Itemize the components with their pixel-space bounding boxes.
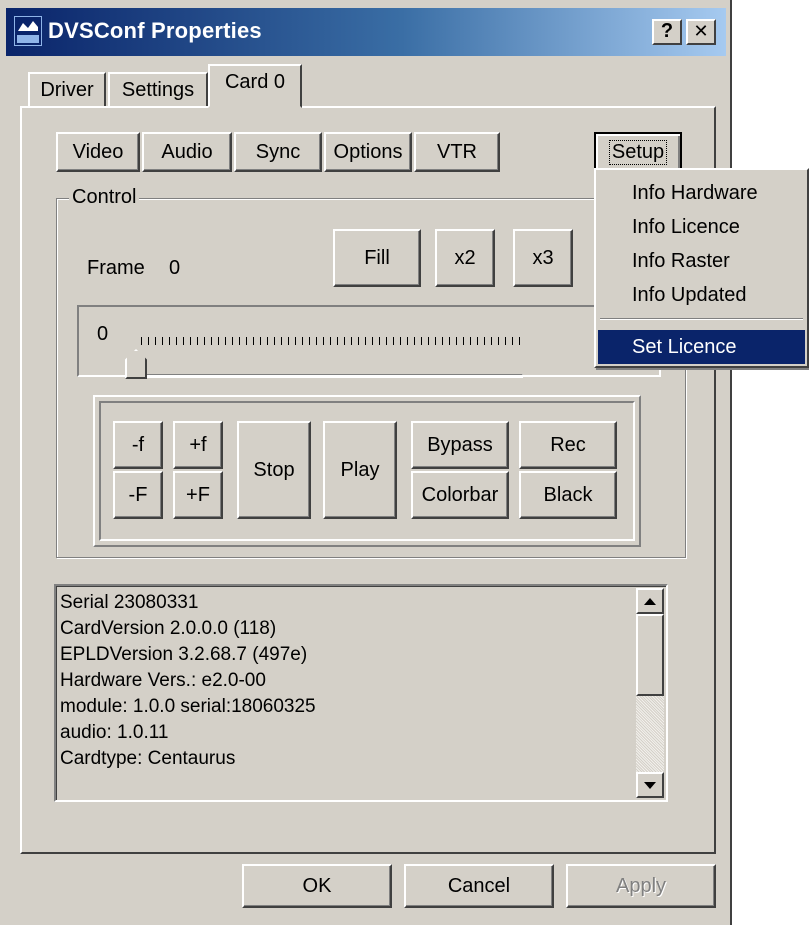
frame-value: 0 <box>169 257 181 279</box>
audio-button[interactable]: Audio <box>142 132 232 172</box>
control-legend: Control <box>69 186 140 209</box>
tab-driver[interactable]: Driver <box>28 72 106 108</box>
video-button[interactable]: Video <box>56 132 140 172</box>
info-line-cardtype: Cardtype: Centaurus <box>60 748 236 769</box>
close-button[interactable]: ✕ <box>686 19 716 45</box>
info-line-hardware-version: Hardware Vers.: e2.0-00 <box>60 670 266 691</box>
step-forward-large-button[interactable]: +F <box>173 471 223 519</box>
rec-button[interactable]: Rec <box>519 421 617 469</box>
step-forward-frame-button[interactable]: +f <box>173 421 223 469</box>
tab-card-0[interactable]: Card 0 <box>208 64 302 108</box>
info-line-module: module: 1.0.0 serial:18060325 <box>60 696 316 717</box>
sync-button[interactable]: Sync <box>234 132 322 172</box>
zoom-x2-button[interactable]: x2 <box>435 229 495 287</box>
vtr-button[interactable]: VTR <box>414 132 500 172</box>
dvs-app-icon <box>14 16 42 46</box>
menu-separator <box>600 318 803 320</box>
card-info-lines: Serial 23080331 CardVersion 2.0.0.0 (118… <box>60 590 316 772</box>
info-line-serial: Serial 23080331 <box>60 592 199 613</box>
stop-button[interactable]: Stop <box>237 421 311 519</box>
slider-track[interactable] <box>137 374 523 378</box>
fill-button[interactable]: Fill <box>333 229 421 287</box>
step-back-large-button[interactable]: -F <box>113 471 163 519</box>
title-bar[interactable]: DVSConf Properties ? ✕ <box>6 8 726 56</box>
control-group: Control Frame 0 Fill x2 x3 0 -f +f -F +F… <box>56 186 686 558</box>
ok-button[interactable]: OK <box>242 864 392 908</box>
setup-menu: Info Hardware Info Licence Info Raster I… <box>594 168 809 368</box>
card-info-textbox[interactable]: Serial 23080331 CardVersion 2.0.0.0 (118… <box>54 584 668 802</box>
menu-item-info-updated[interactable]: Info Updated <box>598 278 805 312</box>
info-line-epld-version: EPLDVersion 3.2.68.7 (497e) <box>60 644 308 665</box>
frame-label: Frame <box>87 257 145 279</box>
step-back-frame-button[interactable]: -f <box>113 421 163 469</box>
black-button[interactable]: Black <box>519 471 617 519</box>
setup-button[interactable]: Setup <box>594 132 682 172</box>
slider-ticks <box>141 337 521 345</box>
window-title: DVSConf Properties <box>48 18 262 43</box>
info-scrollbar[interactable] <box>636 588 664 798</box>
menu-item-set-licence[interactable]: Set Licence <box>598 330 805 364</box>
scroll-down-button[interactable] <box>636 772 664 798</box>
info-line-audio: audio: 1.0.11 <box>60 722 169 743</box>
play-button[interactable]: Play <box>323 421 397 519</box>
scroll-thumb[interactable] <box>636 614 664 696</box>
zoom-x3-button[interactable]: x3 <box>513 229 573 287</box>
arrow-up-icon <box>644 597 656 605</box>
menu-item-info-raster[interactable]: Info Raster <box>598 244 805 278</box>
cancel-button[interactable]: Cancel <box>404 864 554 908</box>
colorbar-button[interactable]: Colorbar <box>411 471 509 519</box>
options-button[interactable]: Options <box>324 132 412 172</box>
tab-settings[interactable]: Settings <box>108 72 208 108</box>
menu-item-info-hardware[interactable]: Info Hardware <box>598 176 805 210</box>
menu-item-info-licence[interactable]: Info Licence <box>598 210 805 244</box>
help-button[interactable]: ? <box>652 19 682 45</box>
slider-position-text: 0 <box>97 323 109 345</box>
arrow-down-icon <box>644 781 656 789</box>
scroll-up-button[interactable] <box>636 588 664 614</box>
bypass-button[interactable]: Bypass <box>411 421 509 469</box>
properties-dialog: DVSConf Properties ? ✕ Driver Settings C… <box>0 0 732 925</box>
apply-button[interactable]: Apply <box>566 864 716 908</box>
info-line-card-version: CardVersion 2.0.0.0 (118) <box>60 618 277 639</box>
